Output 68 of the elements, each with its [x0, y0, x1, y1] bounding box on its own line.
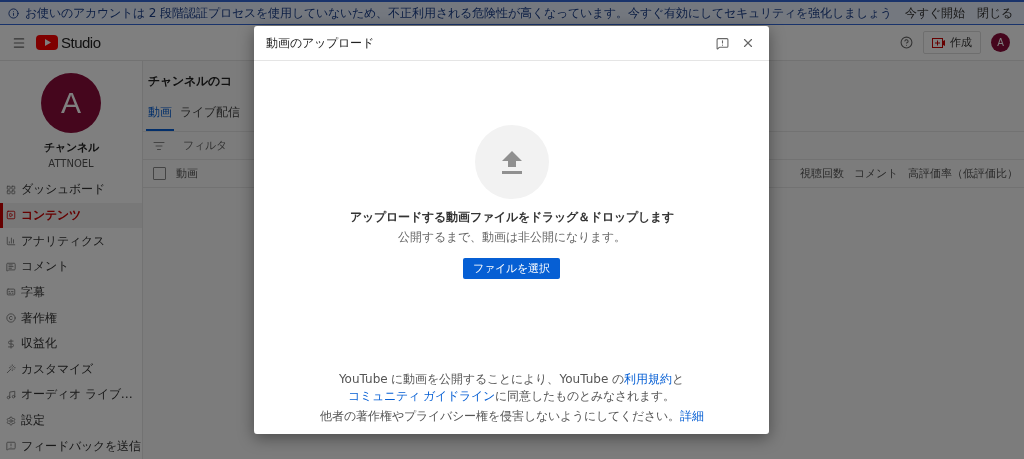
- sidebar-item[interactable]: ダッシュボード: [0, 177, 142, 203]
- banner-action-button[interactable]: 閉じる: [974, 4, 1016, 22]
- sidebar-item[interactable]: コメント: [0, 253, 142, 280]
- sidebar-item-label: コンテンツ: [21, 206, 81, 224]
- copyright-icon: [6, 313, 16, 323]
- sidebar-item-label: 字幕: [21, 283, 45, 301]
- wand-icon: [6, 364, 16, 375]
- account-avatar[interactable]: A: [991, 33, 1010, 52]
- sidebar-item[interactable]: 字幕: [0, 279, 142, 306]
- checkbox[interactable]: [153, 167, 166, 180]
- sidebar-item-label: カスタマイズ: [21, 360, 93, 378]
- sidebar-item[interactable]: アナリティクス: [0, 228, 142, 254]
- sidebar-item[interactable]: コンテンツ: [0, 202, 142, 229]
- dollar-icon: [6, 338, 16, 349]
- terms-link[interactable]: コミュニティ ガイドライン: [347, 388, 496, 403]
- info-icon: [8, 7, 19, 19]
- sidebar-item[interactable]: 設定: [0, 407, 142, 434]
- terms-link[interactable]: 利用規約: [624, 372, 673, 387]
- column-header: 視聴回数: [800, 166, 844, 181]
- column-header: コメント: [854, 166, 898, 181]
- video-icon: [6, 210, 16, 221]
- banner-action-button[interactable]: 今すぐ開始: [902, 4, 968, 22]
- channel-avatar[interactable]: A: [41, 73, 101, 133]
- play-logo-icon: [36, 35, 58, 50]
- sidebar-item-label: アナリティクス: [21, 232, 105, 250]
- sidebar-item-label: オーディオ ライブ…: [21, 386, 133, 404]
- sidebar-item-label: 著作権: [21, 309, 57, 327]
- channel-handle: ATTNOEL: [48, 158, 94, 169]
- sidebar-item-label: 収益化: [21, 335, 57, 353]
- upload-heading: アップロードする動画ファイルをドラッグ＆ドロップします: [349, 209, 674, 226]
- video-plus-icon: [932, 37, 945, 48]
- sidebar-item[interactable]: フィードバックを送信: [0, 433, 142, 459]
- sidebar-item-label: コメント: [21, 258, 69, 276]
- upload-subtext: 公開するまで、動画は非公開になります。: [397, 229, 626, 246]
- create-button[interactable]: 作成: [923, 31, 981, 54]
- banner-message: お使いのアカウントは 2 段階認証プロセスを使用していないため、不正利用される危険性が高くなっています。今すぐ有効にしてセキュリティを強化しましょう: [25, 4, 894, 22]
- terms-text: YouTube に動画を公開することにより、YouTube の利用規約 と コミュニティ ガイドラインに同意したものとみなされます。: [337, 371, 686, 404]
- terms-link[interactable]: 詳細: [679, 408, 704, 423]
- tab[interactable]: 動画: [146, 100, 174, 131]
- chart-icon: [6, 236, 16, 247]
- filter-field[interactable]: フィルタ: [183, 138, 227, 153]
- dashboard-icon: [6, 184, 16, 195]
- feedback-icon: [6, 441, 16, 452]
- sidebar-item[interactable]: 著作権: [0, 305, 142, 331]
- column-header: 動画: [176, 166, 199, 181]
- captions-icon: [6, 287, 16, 298]
- terms-text: 他者の著作権やプライバシー権を侵害しないようにしてください。詳細: [319, 407, 704, 424]
- sidebar-item[interactable]: 収益化: [0, 330, 142, 357]
- sidebar-item-label: 設定: [21, 412, 45, 430]
- select-files-button[interactable]: ファイルを選択: [463, 258, 560, 279]
- feedback-button[interactable]: [716, 36, 729, 50]
- help-icon[interactable]: [900, 36, 913, 49]
- settings-icon: [6, 415, 16, 426]
- tab[interactable]: ライブ配信: [178, 100, 242, 131]
- dialog-title: 動画のアップロード: [266, 34, 375, 52]
- comment-icon: [6, 261, 16, 272]
- menu-icon[interactable]: [12, 35, 26, 50]
- sidebar-item-label: フィードバックを送信: [21, 437, 141, 455]
- channel-name: チャンネル: [43, 140, 99, 155]
- logo-text: Studio: [61, 34, 101, 51]
- column-header: 高評価率（低評価比）: [908, 166, 1018, 181]
- music-icon: [6, 389, 16, 400]
- sidebar-item[interactable]: オーディオ ライブ…: [0, 382, 142, 408]
- close-button[interactable]: [741, 36, 755, 50]
- sidebar-item-label: ダッシュボード: [21, 181, 105, 199]
- filter-icon[interactable]: [153, 139, 165, 152]
- page-title: チャンネルのコ: [148, 73, 233, 90]
- sidebar-item[interactable]: カスタマイズ: [0, 356, 142, 383]
